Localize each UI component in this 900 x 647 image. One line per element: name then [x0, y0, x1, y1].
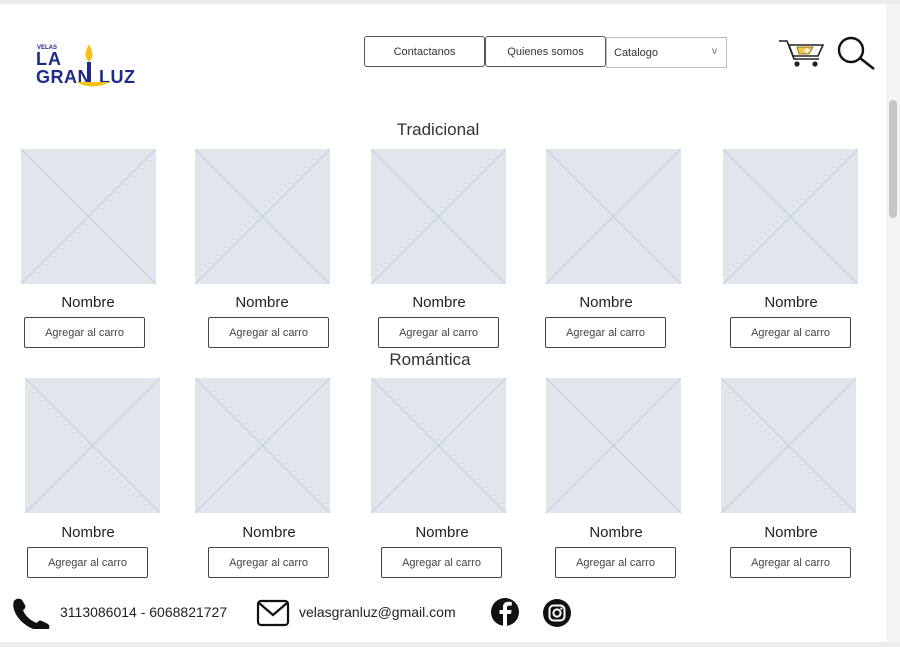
product-name: Nombre: [242, 524, 296, 541]
product-image-placeholder[interactable]: [371, 149, 506, 284]
mail-icon: [256, 599, 290, 627]
phone-icon: [13, 598, 50, 629]
logo[interactable]: VELAS LA GRAN LUZ: [36, 42, 142, 90]
add-to-cart-button[interactable]: Agregar al carro: [730, 547, 851, 578]
chevron-down-icon: v: [712, 46, 717, 57]
product-name: Nombre: [764, 524, 818, 541]
contact-button[interactable]: Contactanos: [364, 36, 485, 67]
product-image-placeholder[interactable]: [25, 378, 160, 513]
facebook-icon[interactable]: [488, 597, 522, 627]
catalog-select-value: Catalogo: [614, 47, 659, 59]
add-to-cart-button[interactable]: Agregar al carro: [381, 547, 502, 578]
section-title-tradicional: Tradicional: [396, 120, 480, 139]
add-to-cart-button[interactable]: Agregar al carro: [27, 547, 148, 578]
product-name: Nombre: [764, 294, 818, 311]
search-icon[interactable]: [834, 35, 878, 71]
product-name: Nombre: [235, 294, 289, 311]
product-name: Nombre: [579, 294, 633, 311]
add-to-cart-button[interactable]: Agregar al carro: [208, 317, 329, 348]
section-title-romantica: Romántica: [389, 350, 471, 369]
email-address[interactable]: velasgranluz@gmail.com: [299, 604, 456, 620]
product-image-placeholder[interactable]: [195, 378, 330, 513]
add-to-cart-button[interactable]: Agregar al carro: [378, 317, 499, 348]
phone-numbers[interactable]: 3113086014 - 6068821727: [60, 604, 227, 620]
product-name: Nombre: [415, 524, 469, 541]
add-to-cart-button[interactable]: Agregar al carro: [730, 317, 851, 348]
product-image-placeholder[interactable]: [371, 378, 506, 513]
product-name: Nombre: [412, 294, 466, 311]
about-button[interactable]: Quienes somos: [485, 36, 606, 67]
add-to-cart-button[interactable]: Agregar al carro: [555, 547, 676, 578]
add-to-cart-button[interactable]: Agregar al carro: [545, 317, 666, 348]
product-image-placeholder[interactable]: [723, 149, 858, 284]
logo-base: [76, 82, 110, 87]
product-image-placeholder[interactable]: [546, 149, 681, 284]
product-name: Nombre: [61, 294, 115, 311]
add-to-cart-button[interactable]: Agregar al carro: [208, 547, 329, 578]
add-to-cart-button[interactable]: Agregar al carro: [24, 317, 145, 348]
product-name: Nombre: [61, 524, 115, 541]
catalog-select[interactable]: Catalogo v: [606, 37, 727, 68]
product-image-placeholder[interactable]: [721, 378, 856, 513]
shopping-cart-icon[interactable]: [777, 37, 827, 69]
product-image-placeholder[interactable]: [21, 149, 156, 284]
product-name: Nombre: [589, 524, 643, 541]
logo-line1: LA: [36, 49, 62, 69]
product-image-placeholder[interactable]: [546, 378, 681, 513]
scrollbar-thumb[interactable]: [889, 100, 897, 218]
instagram-icon[interactable]: [540, 598, 574, 628]
product-image-placeholder[interactable]: [195, 149, 330, 284]
